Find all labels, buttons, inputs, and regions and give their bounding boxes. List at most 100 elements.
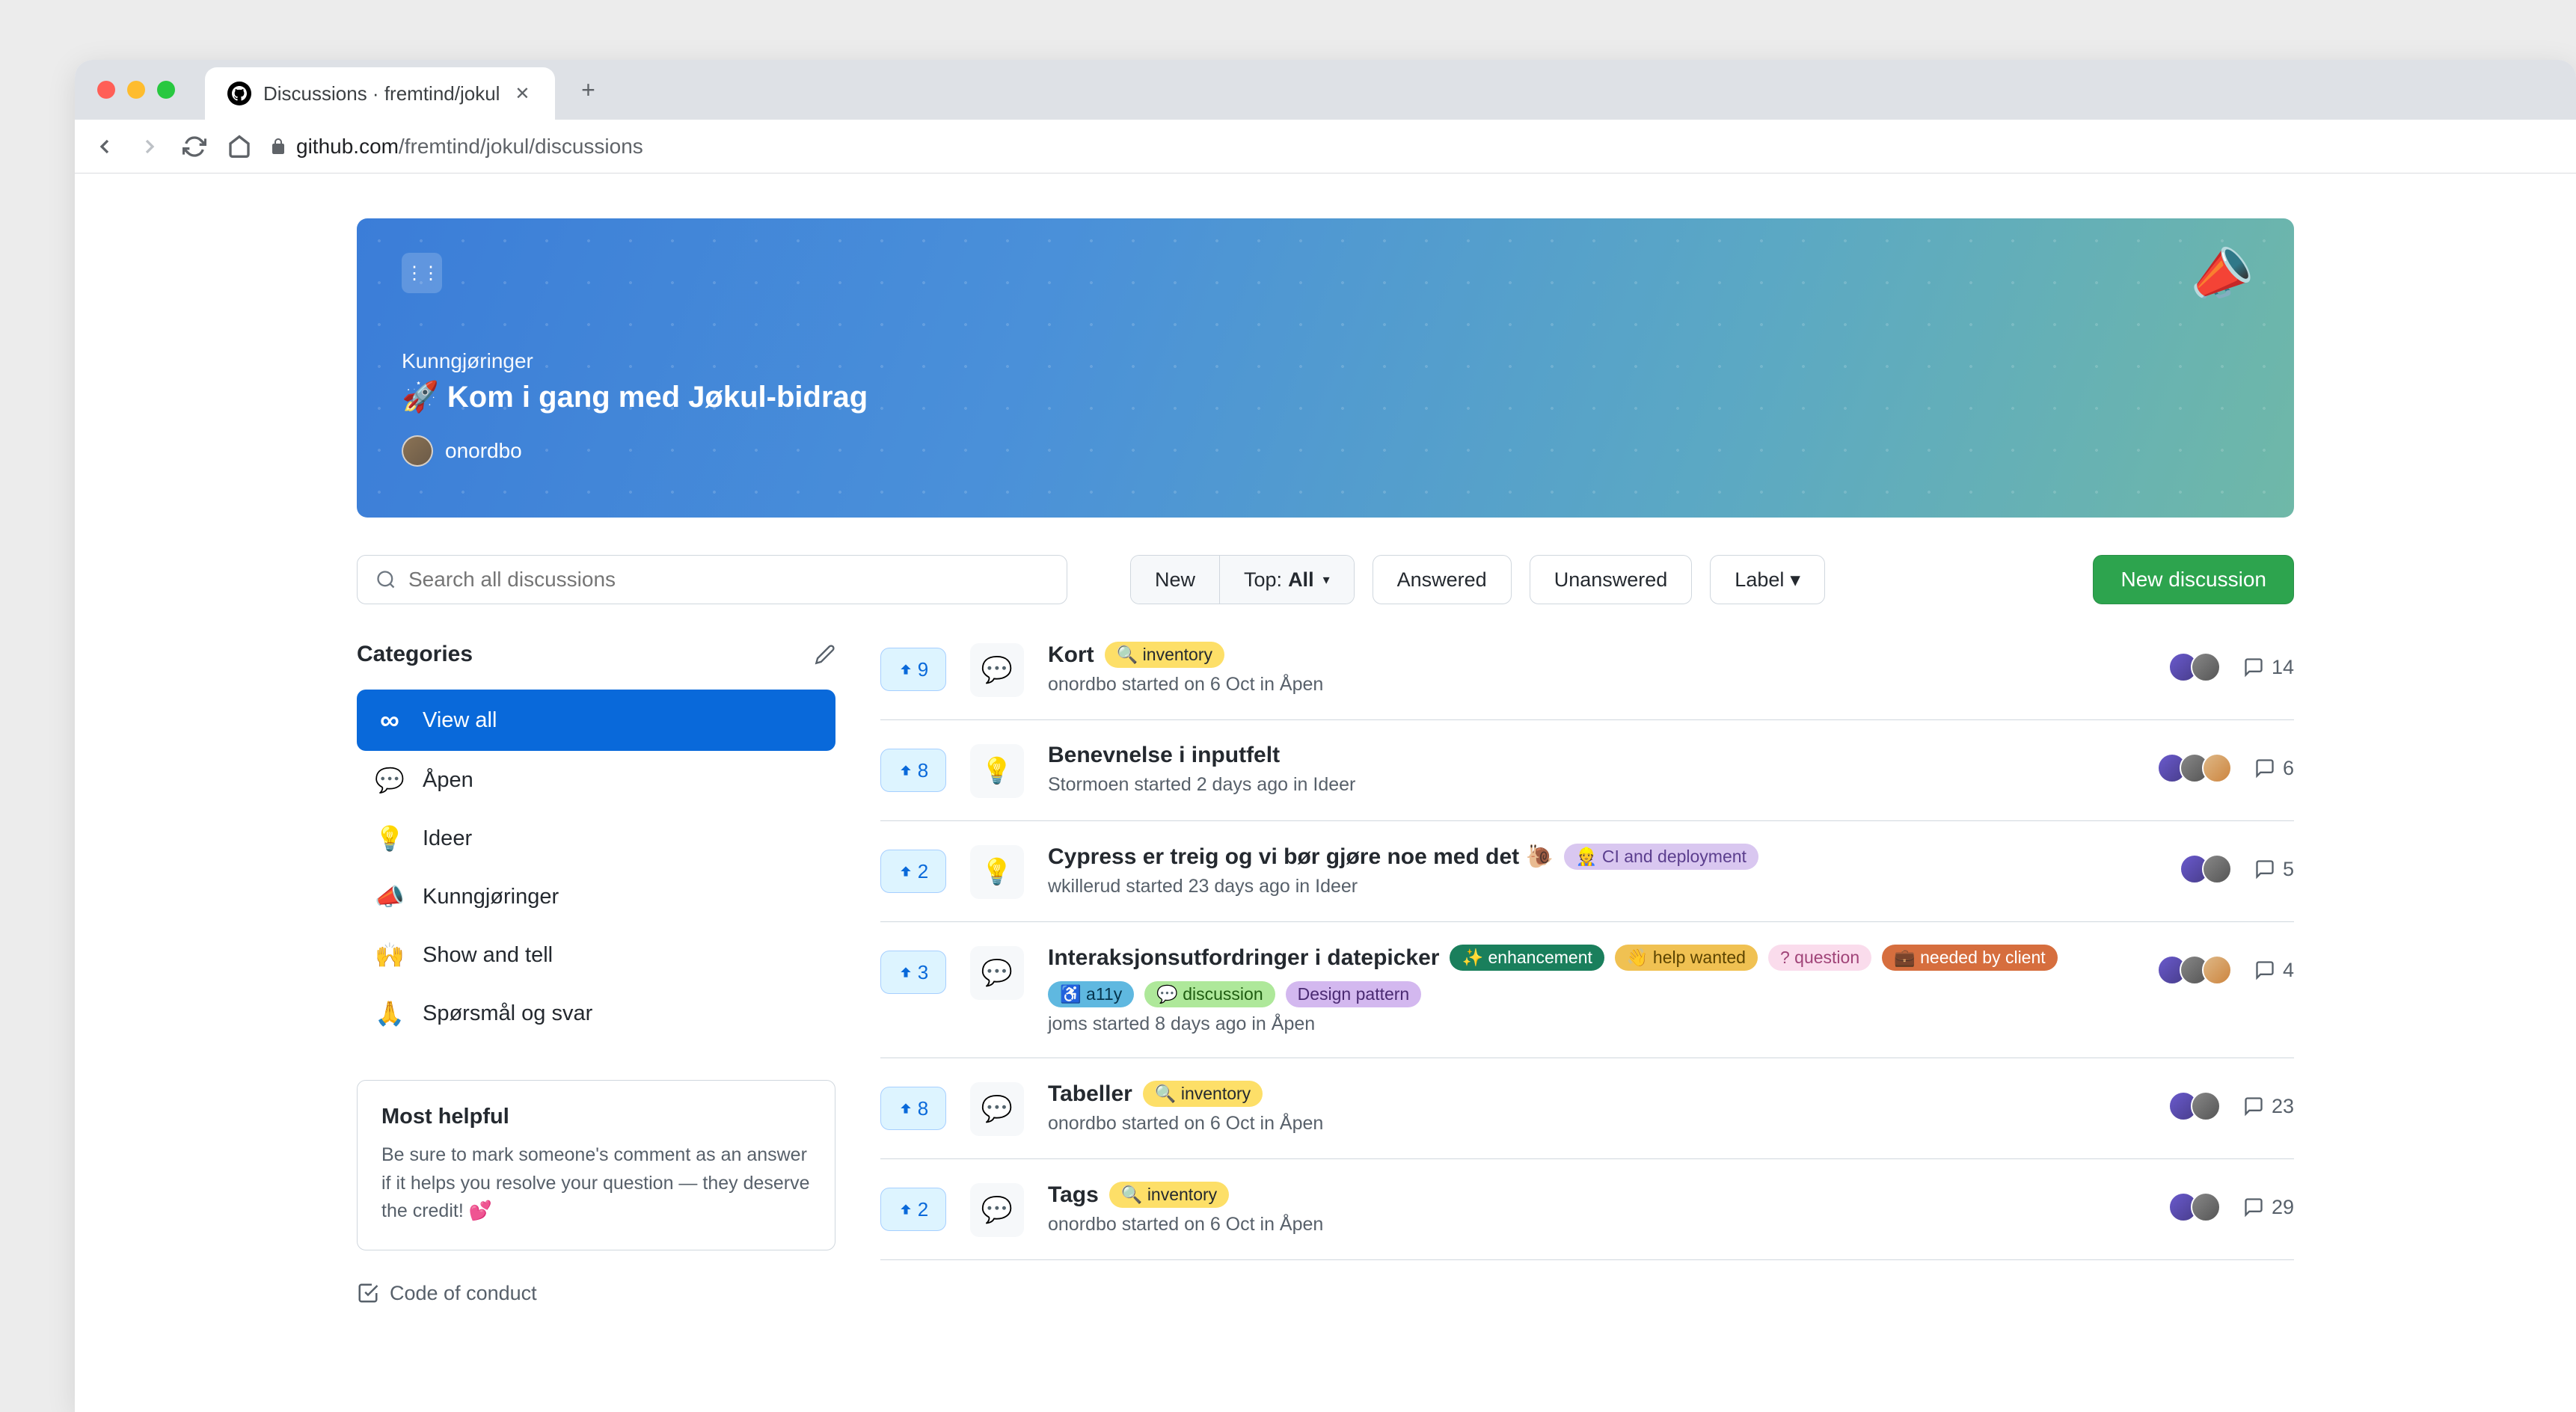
upvote-button[interactable]: 2 — [880, 850, 946, 893]
new-tab-button[interactable]: + — [570, 72, 606, 108]
discussion-label[interactable]: ✨ enhancement — [1450, 945, 1604, 971]
author-name: onordbo — [445, 439, 522, 463]
discussion-meta: Stormoen started 2 days ago in Ideer — [1048, 774, 2133, 796]
discussion-label[interactable]: 💬 discussion — [1144, 981, 1275, 1007]
discussion-title[interactable]: Tags — [1048, 1182, 1099, 1208]
search-box[interactable] — [357, 555, 1067, 604]
sidebar: Categories ∞View all💬Åpen 💡 Ideer 📣 Kunngjør… — [357, 642, 835, 1305]
url-path: /fremtind/jokul/discussions — [399, 135, 643, 158]
category-icon: ∞ — [375, 705, 405, 736]
participant-avatar[interactable] — [2191, 1192, 2221, 1222]
participant-avatars — [2180, 854, 2232, 884]
forward-button[interactable] — [135, 132, 165, 162]
filter-unanswered-button[interactable]: Unanswered — [1530, 555, 1693, 604]
upvote-button[interactable]: 8 — [880, 749, 946, 792]
discussion-label[interactable]: 👋 help wanted — [1615, 945, 1758, 971]
discussion-title[interactable]: Kort — [1048, 642, 1094, 668]
edit-icon[interactable] — [815, 644, 835, 665]
category-item[interactable]: 💡 Ideer — [357, 809, 835, 868]
category-icon: 💬 — [375, 766, 405, 794]
filter-answered-button[interactable]: Answered — [1373, 555, 1512, 604]
discussion-title[interactable]: Interaksjonsutfordringer i datepicker — [1048, 945, 1439, 971]
participant-avatar[interactable] — [2202, 753, 2232, 783]
upvote-button[interactable]: 3 — [880, 951, 946, 994]
comment-count[interactable]: 29 — [2243, 1196, 2294, 1219]
discussion-row: 8 💬 Tabeller 🔍 inventory onordbo started… — [880, 1058, 2294, 1159]
category-icon: 💡 — [375, 824, 405, 853]
category-icon: 📣 — [375, 882, 405, 911]
comment-count[interactable]: 14 — [2243, 656, 2294, 679]
participant-avatar[interactable] — [2191, 1091, 2221, 1121]
category-item[interactable]: ∞View all — [357, 690, 835, 751]
helpful-heading: Most helpful — [381, 1105, 811, 1129]
category-label: Ideer — [423, 826, 472, 851]
address-bar[interactable]: github.com/fremtind/jokul/discussions — [269, 135, 2561, 159]
search-input[interactable] — [408, 568, 1049, 592]
discussion-row: 8 💡 Benevnelse i inputfelt Stormoen star… — [880, 720, 2294, 821]
discussion-row: 3 💬 Interaksjonsutfordringer i datepicke… — [880, 922, 2294, 1058]
category-item[interactable]: 🙏Spørsmål og svar — [357, 984, 835, 1043]
new-discussion-button[interactable]: New discussion — [2093, 555, 2294, 604]
code-of-conduct-link[interactable]: Code of conduct — [357, 1282, 835, 1305]
participant-avatar[interactable] — [2202, 955, 2232, 985]
discussion-category-icon: 💡 — [970, 845, 1024, 899]
url-host: github.com — [296, 135, 399, 158]
home-button[interactable] — [224, 132, 254, 162]
announcement-banner[interactable]: ⋮⋮ 📣 Kunngjøringer 🚀 Kom i gang med Jøku… — [357, 218, 2294, 518]
discussion-category-icon: 💬 — [970, 946, 1024, 1000]
discussion-label[interactable]: Design pattern — [1286, 981, 1422, 1007]
sort-new-button[interactable]: New — [1131, 556, 1220, 604]
discussion-title[interactable]: Benevnelse i inputfelt — [1048, 743, 1280, 768]
reload-button[interactable] — [180, 132, 209, 162]
discussion-title[interactable]: Tabeller — [1048, 1081, 1132, 1107]
minimize-window-button[interactable] — [127, 81, 145, 99]
filter-label-button[interactable]: Label▾ — [1710, 555, 1825, 604]
comment-count[interactable]: 6 — [2254, 757, 2294, 780]
discussion-title[interactable]: Cypress er treig og vi bør gjøre noe med… — [1048, 844, 1554, 870]
discussion-label[interactable]: ? question — [1768, 945, 1871, 971]
category-item[interactable]: 💬Åpen — [357, 751, 835, 809]
category-label: Kunngjøringer — [423, 885, 559, 909]
upvote-button[interactable]: 8 — [880, 1087, 946, 1130]
sort-top-button[interactable]: Top: All▾ — [1220, 556, 1354, 604]
page-content: ⋮⋮ 📣 Kunngjøringer 🚀 Kom i gang med Jøku… — [75, 174, 2576, 1412]
category-label: Show and tell — [423, 943, 553, 968]
participant-avatar[interactable] — [2202, 854, 2232, 884]
search-icon — [375, 569, 396, 590]
upvote-button[interactable]: 2 — [880, 1188, 946, 1231]
discussion-label[interactable]: ♿ a11y — [1048, 981, 1134, 1007]
comment-count[interactable]: 5 — [2254, 858, 2294, 881]
browser-window: Discussions · fremtind/jokul ✕ + github.… — [75, 60, 2576, 1412]
comment-count[interactable]: 4 — [2254, 959, 2294, 982]
close-tab-icon[interactable]: ✕ — [512, 83, 533, 104]
discussion-meta: onordbo started on 6 Oct in Åpen — [1048, 1214, 2144, 1236]
most-helpful-box: Most helpful Be sure to mark someone's c… — [357, 1080, 835, 1250]
discussion-label[interactable]: 💼 needed by client — [1882, 945, 2058, 971]
upvote-button[interactable]: 9 — [880, 648, 946, 691]
controls-row: New Top: All▾ Answered Unanswered Label▾… — [357, 555, 2294, 604]
categories-heading: Categories — [357, 642, 473, 667]
discussion-category-icon: 💬 — [970, 1082, 1024, 1136]
discussion-label[interactable]: 🔍 inventory — [1105, 642, 1224, 668]
checklist-icon — [357, 1282, 379, 1304]
pin-button[interactable]: ⋮⋮ — [402, 253, 442, 293]
author-avatar — [402, 435, 433, 467]
discussion-meta: wkillerud started 23 days ago in Ideer — [1048, 876, 2156, 897]
category-item[interactable]: 📣 Kunngjøringer — [357, 868, 835, 926]
banner-category: Kunngjøringer — [402, 349, 2249, 373]
back-button[interactable] — [90, 132, 120, 162]
banner-author[interactable]: onordbo — [402, 435, 2249, 467]
category-item[interactable]: 🙌Show and tell — [357, 926, 835, 984]
participant-avatar[interactable] — [2191, 652, 2221, 682]
comment-count[interactable]: 23 — [2243, 1095, 2294, 1118]
discussion-label[interactable]: 🔍 inventory — [1109, 1182, 1229, 1208]
browser-tab[interactable]: Discussions · fremtind/jokul ✕ — [205, 67, 555, 120]
discussion-label[interactable]: 🔍 inventory — [1143, 1081, 1263, 1107]
maximize-window-button[interactable] — [157, 81, 175, 99]
discussion-list: 9 💬 Kort 🔍 inventory onordbo started on … — [880, 642, 2294, 1305]
participant-avatars — [2168, 1192, 2221, 1222]
close-window-button[interactable] — [97, 81, 115, 99]
discussion-label[interactable]: 👷 CI and deployment — [1564, 844, 1758, 870]
discussion-meta: onordbo started on 6 Oct in Åpen — [1048, 1113, 2144, 1135]
url-bar: github.com/fremtind/jokul/discussions — [75, 120, 2576, 174]
